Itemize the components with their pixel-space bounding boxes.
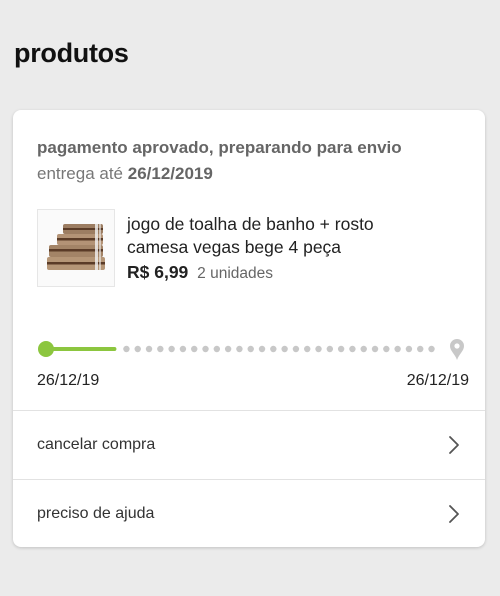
progress-remaining-dot	[213, 345, 221, 353]
delivery-prefix: entrega até	[37, 164, 124, 183]
tracking-progress-bar	[38, 339, 464, 360]
delivery-info: entrega até 26/12/2019	[37, 164, 213, 184]
progress-remaining-dot	[134, 345, 141, 353]
product-name[interactable]: jogo de toalha de banho + rosto camesa v…	[127, 213, 427, 259]
location-pin-icon	[450, 339, 464, 360]
progress-remaining-dot	[191, 345, 198, 353]
chevron-right-icon	[449, 504, 459, 523]
towel-product-image	[47, 224, 105, 270]
help-label: preciso de ajuda	[37, 504, 155, 522]
progress-remaining-dot	[247, 345, 254, 353]
product-quantity: 2 unidades	[197, 265, 274, 282]
progress-remaining-dot	[337, 345, 345, 353]
help-button[interactable]: preciso de ajuda	[13, 479, 485, 547]
progress-remaining-dot	[405, 345, 413, 353]
cancel-purchase-label: cancelar compra	[37, 435, 156, 453]
tracking-start-date: 26/12/19	[37, 372, 100, 389]
progress-remaining-dot	[349, 345, 356, 353]
price-line: R$ 6,99 2 unidades	[127, 262, 273, 283]
progress-remaining-dot	[224, 345, 232, 353]
order-card: pagamento aprovado, preparando para envi…	[13, 110, 485, 547]
progress-remaining-dot	[145, 345, 153, 353]
progress-start-dot	[38, 341, 54, 357]
tracking-dates: 26/12/19 26/12/19	[37, 372, 469, 392]
order-status: pagamento aprovado, preparando para envi…	[37, 138, 402, 157]
delivery-date: 26/12/2019	[127, 164, 213, 183]
progress-remaining-dot	[428, 345, 435, 353]
tracking-end-date: 26/12/19	[406, 372, 469, 389]
progress-remaining-dot	[394, 345, 401, 353]
progress-remaining-dot	[123, 345, 130, 353]
cancel-purchase-button[interactable]: cancelar compra	[13, 410, 485, 478]
progress-remaining-dot	[371, 345, 379, 353]
progress-remaining-dot	[157, 345, 164, 353]
location-pin-center	[454, 343, 460, 349]
progress-remaining-dot	[304, 345, 311, 353]
progress-remaining-dot	[315, 345, 322, 353]
progress-remaining-dot	[168, 345, 175, 353]
progress-remaining-dot	[179, 345, 187, 353]
progress-remaining-dot	[292, 345, 300, 353]
product-thumbnail[interactable]	[37, 209, 115, 287]
section-title: produtos	[14, 38, 129, 68]
progress-remaining-dot	[383, 345, 390, 353]
progress-remaining-dot	[360, 345, 367, 353]
progress-remaining-dot	[202, 345, 209, 353]
chevron-right-icon	[449, 435, 459, 454]
progress-remaining-dot	[270, 345, 277, 353]
progress-remaining-dot	[417, 345, 424, 353]
progress-remaining-dot	[236, 345, 243, 353]
progress-remaining-dot	[258, 345, 266, 353]
progress-remaining-dot	[326, 345, 334, 353]
progress-remaining-dot	[281, 345, 288, 353]
orders-page: produtos pagamento aprovado, preparando …	[0, 0, 500, 596]
product-price: R$ 6,99	[127, 262, 189, 282]
